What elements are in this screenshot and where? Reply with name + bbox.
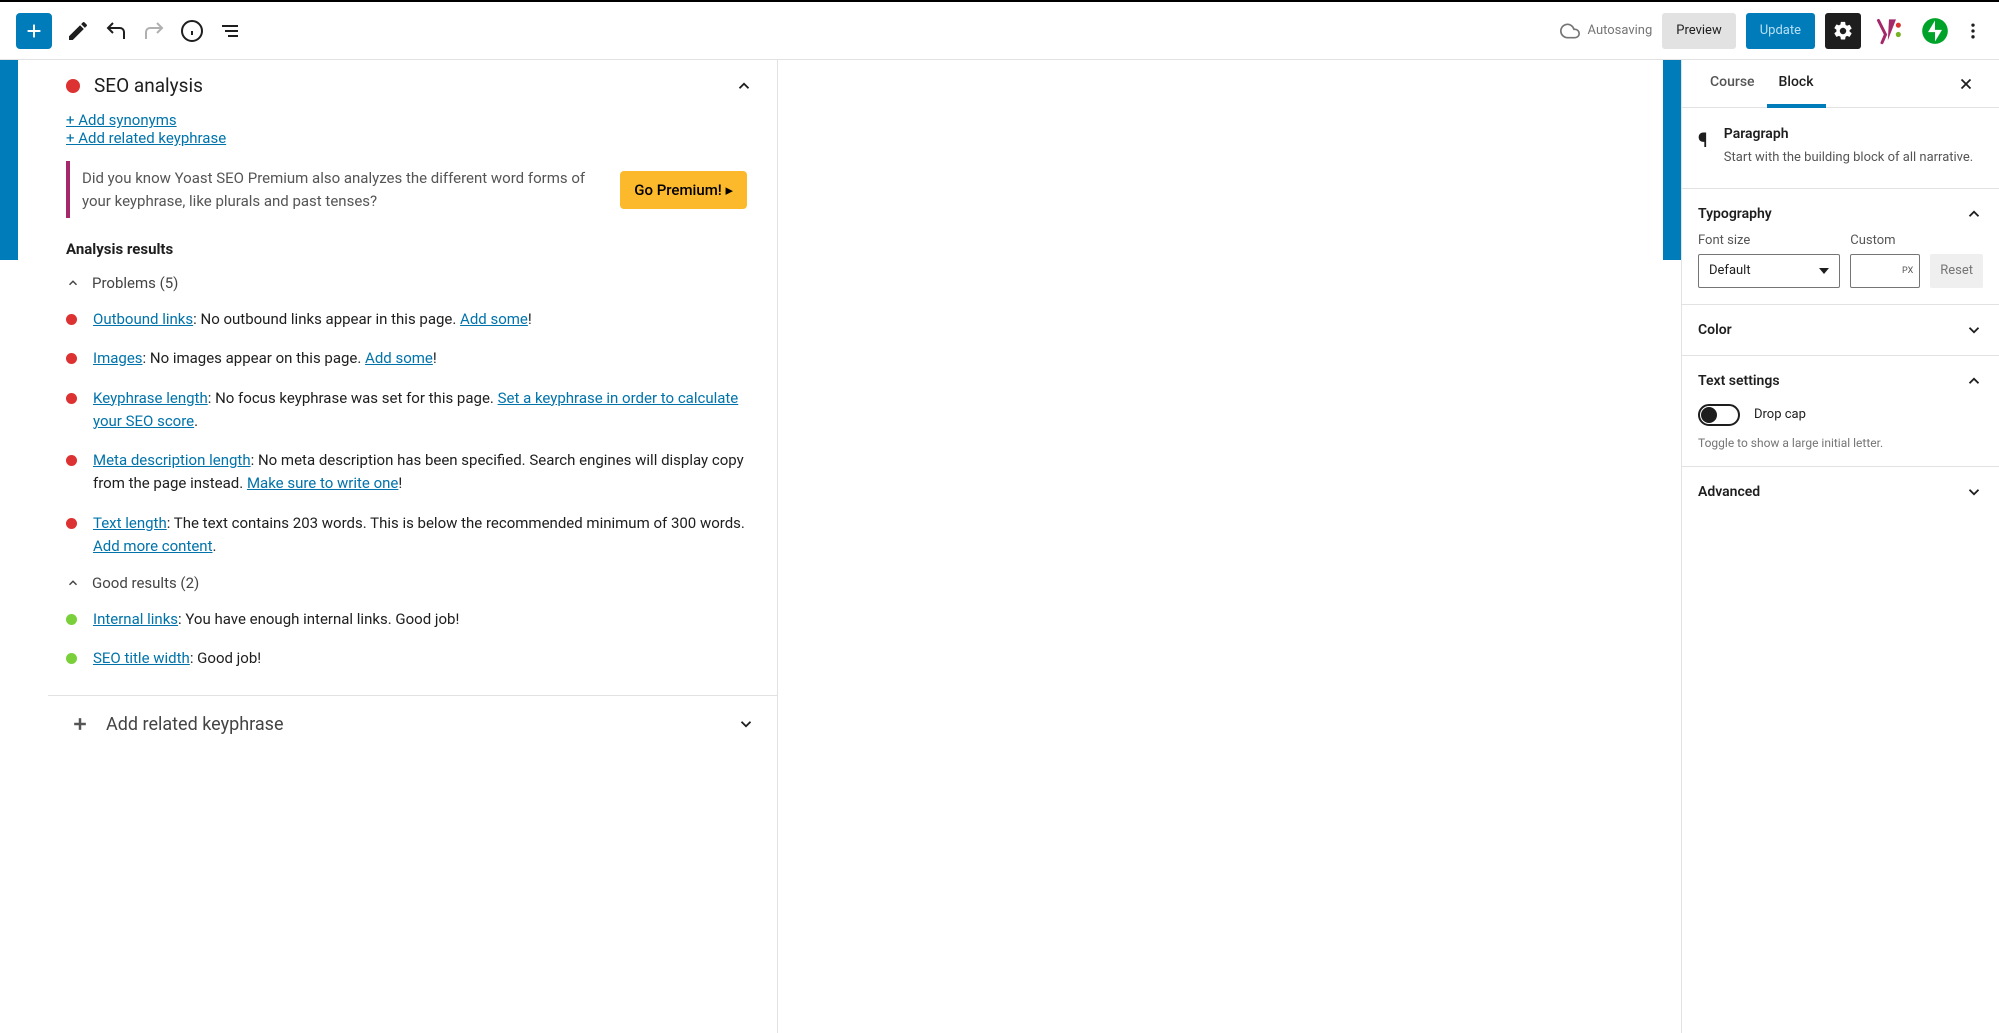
settings-sidebar: Course Block ¶ Paragraph Start with the …	[1681, 60, 1999, 1033]
update-button[interactable]: Update	[1746, 13, 1815, 49]
cloud-icon	[1560, 21, 1580, 41]
add-block-button[interactable]	[16, 13, 52, 49]
tab-course[interactable]: Course	[1698, 60, 1767, 108]
problem-item: Outbound links: No outbound links appear…	[66, 308, 759, 331]
problem-item: Meta description length: No meta descrip…	[66, 449, 759, 496]
autosave-label: Autosaving	[1588, 23, 1653, 38]
add-related-keyphrase-panel[interactable]: Add related keyphrase	[48, 695, 777, 753]
add-synonyms-link[interactable]: + Add synonyms	[66, 111, 177, 129]
settings-gear-button[interactable]	[1825, 13, 1861, 49]
paragraph-icon: ¶	[1698, 128, 1708, 152]
custom-px-input[interactable]: PX	[1850, 254, 1920, 288]
jetpack-logo[interactable]	[1917, 13, 1953, 49]
problem-action-link[interactable]: Add some	[365, 349, 433, 367]
reset-button[interactable]: Reset	[1930, 254, 1983, 288]
drop-cap-label: Drop cap	[1754, 407, 1806, 422]
chevron-down-icon	[1965, 321, 1983, 339]
advanced-panel-toggle[interactable]: Advanced	[1698, 483, 1983, 501]
info-button[interactable]	[180, 19, 204, 43]
selection-handle-right[interactable]	[1663, 60, 1681, 260]
problem-item: Keyphrase length: No focus keyphrase was…	[66, 387, 759, 434]
status-red-icon	[66, 314, 77, 325]
topbar-left-group	[16, 13, 242, 49]
status-red-icon	[66, 393, 77, 404]
topbar-right-group: Autosaving Preview Update	[1560, 13, 1983, 49]
status-red-icon	[66, 455, 77, 466]
chevron-up-icon	[1965, 205, 1983, 223]
text-settings-panel-toggle[interactable]: Text settings	[1698, 372, 1983, 390]
problem-label-link[interactable]: Meta description length	[93, 451, 251, 469]
chevron-down-icon	[737, 715, 755, 733]
color-panel: Color	[1682, 305, 1999, 356]
status-red-icon	[66, 518, 77, 529]
selection-handle-left[interactable]	[0, 60, 18, 260]
more-options-button[interactable]	[1963, 21, 1983, 41]
drop-cap-help: Toggle to show a large initial letter.	[1698, 436, 1983, 450]
premium-callout-text: Did you know Yoast SEO Premium also anal…	[82, 167, 606, 212]
chevron-up-icon	[66, 576, 80, 590]
good-results-toggle[interactable]: Good results (2)	[66, 574, 759, 592]
good-results-heading: Good results (2)	[92, 574, 199, 592]
block-description: Start with the building block of all nar…	[1724, 148, 1973, 168]
problem-label-link[interactable]: Images	[93, 349, 143, 367]
chevron-up-icon	[735, 77, 753, 95]
custom-label: Custom	[1850, 233, 1920, 248]
redo-button[interactable]	[142, 19, 166, 43]
autosave-indicator: Autosaving	[1560, 21, 1653, 41]
problem-item: Text length: The text contains 203 words…	[66, 512, 759, 559]
problem-label-link[interactable]: Text length	[93, 514, 167, 532]
seo-metabox: SEO analysis + Add synonyms + Add relate…	[48, 60, 778, 1033]
outline-button[interactable]	[218, 19, 242, 43]
chevron-down-icon	[1965, 483, 1983, 501]
seo-analysis-title: SEO analysis	[94, 74, 203, 97]
seo-analysis-header[interactable]: SEO analysis	[48, 60, 777, 111]
problem-label-link[interactable]: Keyphrase length	[93, 389, 208, 407]
good-label-link[interactable]: SEO title width	[93, 649, 190, 667]
chevron-up-icon	[1965, 372, 1983, 390]
tab-block[interactable]: Block	[1767, 60, 1826, 108]
block-info-section: ¶ Paragraph Start with the building bloc…	[1682, 108, 1999, 189]
yoast-logo[interactable]	[1871, 13, 1907, 49]
preview-button[interactable]: Preview	[1662, 13, 1735, 49]
typography-panel: Typography Font size Default Custom PX R…	[1682, 189, 1999, 305]
problem-item: Images: No images appear on this page. A…	[66, 347, 759, 370]
problem-action-link[interactable]: Add some	[460, 310, 528, 328]
good-item: SEO title width: Good job!	[66, 647, 759, 670]
block-title: Paragraph	[1724, 126, 1973, 142]
close-icon	[1957, 75, 1975, 93]
go-premium-button[interactable]: Go Premium!	[620, 171, 747, 209]
typography-panel-toggle[interactable]: Typography	[1698, 205, 1983, 223]
chevron-up-icon	[66, 276, 80, 290]
add-related-keyphrase-label: Add related keyphrase	[106, 714, 284, 735]
status-green-icon	[66, 653, 77, 664]
text-settings-panel: Text settings Drop cap Toggle to show a …	[1682, 356, 1999, 467]
analysis-results-heading: Analysis results	[66, 240, 759, 258]
close-sidebar-button[interactable]	[1949, 69, 1983, 99]
status-red-icon	[66, 353, 77, 364]
font-size-label: Font size	[1698, 233, 1840, 248]
advanced-panel: Advanced	[1682, 467, 1999, 517]
edit-mode-icon[interactable]	[66, 19, 90, 43]
seo-score-indicator-icon	[66, 79, 80, 93]
problem-action-link[interactable]: Make sure to write one	[247, 474, 398, 492]
good-item: Internal links: You have enough internal…	[66, 608, 759, 631]
problem-action-link[interactable]: Add more content	[93, 537, 213, 555]
problems-heading: Problems (5)	[92, 274, 178, 292]
drop-cap-toggle[interactable]	[1698, 404, 1740, 426]
editor-topbar: Autosaving Preview Update	[0, 0, 1999, 60]
add-related-keyphrase-link[interactable]: + Add related keyphrase	[66, 129, 226, 147]
color-panel-toggle[interactable]: Color	[1698, 321, 1983, 339]
undo-button[interactable]	[104, 19, 128, 43]
problems-toggle[interactable]: Problems (5)	[66, 274, 759, 292]
premium-callout: Did you know Yoast SEO Premium also anal…	[66, 161, 759, 218]
status-green-icon	[66, 614, 77, 625]
plus-icon	[70, 714, 90, 734]
problem-label-link[interactable]: Outbound links	[93, 310, 193, 328]
good-label-link[interactable]: Internal links	[93, 610, 178, 628]
font-size-select[interactable]: Default	[1698, 254, 1840, 288]
